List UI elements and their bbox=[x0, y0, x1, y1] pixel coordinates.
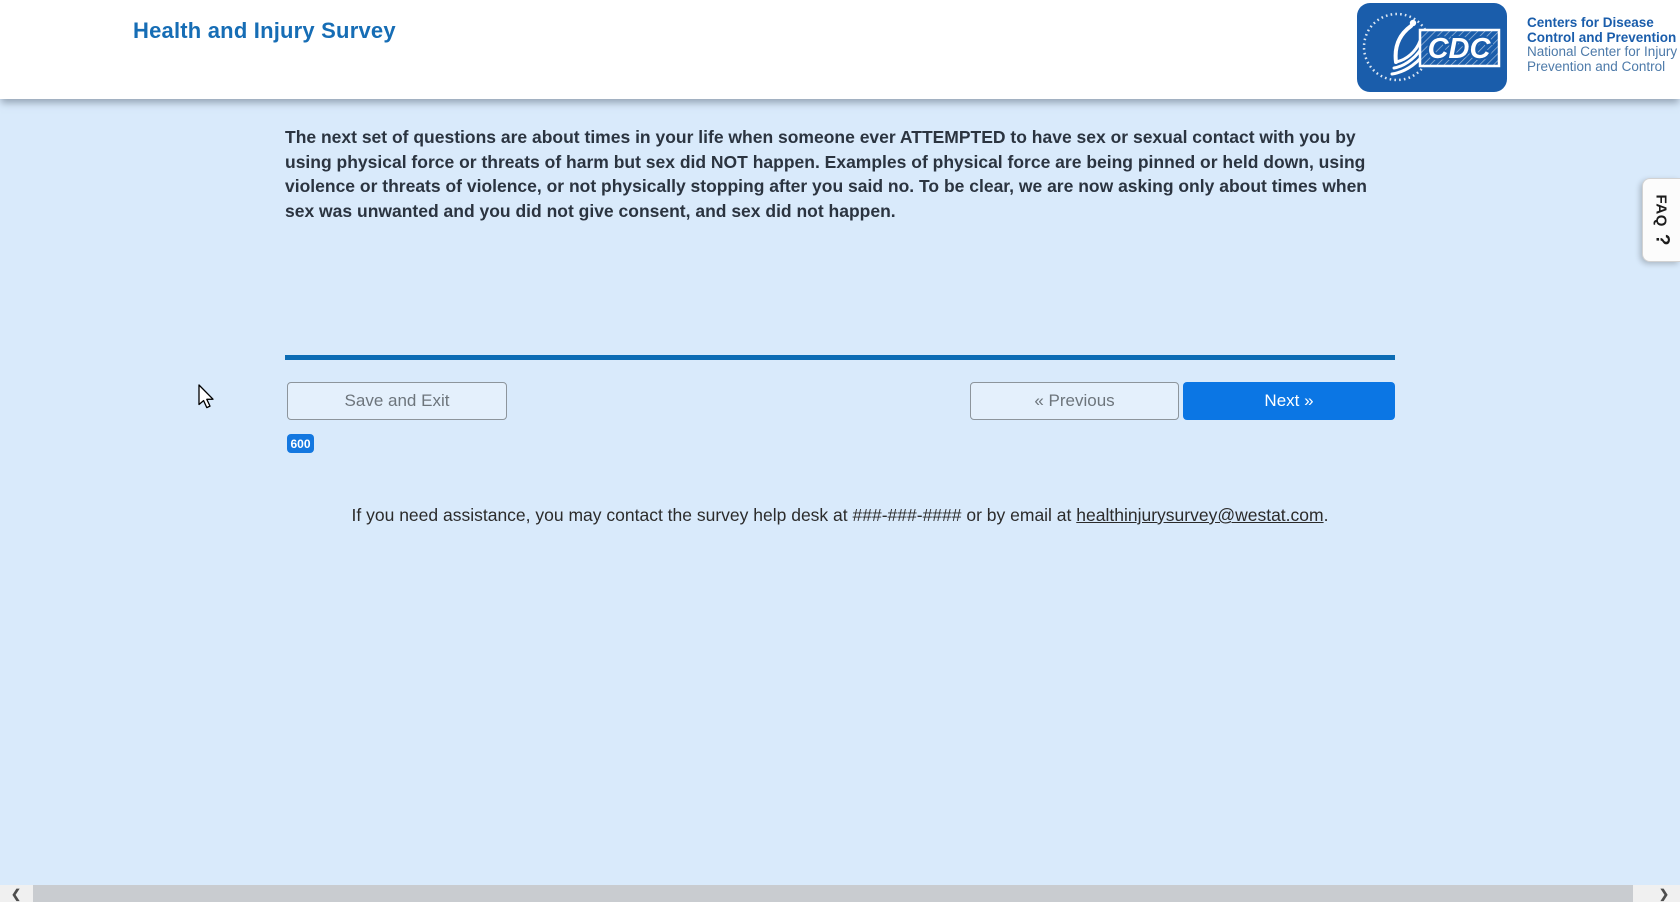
cdc-acronym-box: CDC bbox=[1420, 30, 1499, 66]
header: Health and Injury Survey CDC Centers f bbox=[0, 0, 1680, 99]
question-number-badge: 600 bbox=[287, 434, 314, 453]
cdc-center-line1: National Center for Injury bbox=[1527, 45, 1677, 60]
help-text-before-phone: If you need assistance, you may contact … bbox=[352, 505, 853, 525]
help-text-between: or by email at bbox=[962, 505, 1077, 525]
cdc-center-line2: Prevention and Control bbox=[1527, 60, 1677, 75]
help-email-link[interactable]: healthinjurysurvey@westat.com bbox=[1076, 505, 1323, 525]
cdc-logo-icon: CDC bbox=[1357, 3, 1507, 92]
mouse-cursor-icon bbox=[196, 384, 218, 410]
scrollbar-thumb[interactable] bbox=[33, 885, 1633, 902]
faq-tab[interactable]: FAQ ? bbox=[1642, 178, 1680, 262]
help-phone: ###-###-#### bbox=[853, 505, 962, 525]
faq-tab-label: FAQ bbox=[1653, 195, 1670, 227]
survey-intro-text: The next set of questions are about time… bbox=[285, 125, 1395, 223]
save-and-exit-button[interactable]: Save and Exit bbox=[287, 382, 507, 420]
survey-content: The next set of questions are about time… bbox=[285, 99, 1395, 885]
next-button[interactable]: Next » bbox=[1183, 382, 1395, 420]
cdc-acronym-text: CDC bbox=[1428, 33, 1492, 65]
previous-button[interactable]: « Previous bbox=[970, 382, 1179, 420]
scroll-left-arrow-icon[interactable]: ❮ bbox=[4, 885, 28, 902]
help-text-after: . bbox=[1324, 505, 1329, 525]
help-desk-text: If you need assistance, you may contact … bbox=[285, 505, 1395, 526]
horizontal-scrollbar[interactable]: ❮ ❯ bbox=[0, 885, 1680, 902]
cdc-org-text: Centers for Disease Control and Preventi… bbox=[1527, 16, 1677, 74]
scroll-right-arrow-icon[interactable]: ❯ bbox=[1652, 885, 1676, 902]
question-mark-icon: ? bbox=[1651, 234, 1673, 246]
page-title: Health and Injury Survey bbox=[133, 18, 396, 44]
cdc-org-line1: Centers for Disease bbox=[1527, 16, 1677, 31]
section-divider bbox=[285, 355, 1395, 360]
cdc-org-line2: Control and Prevention bbox=[1527, 31, 1677, 46]
faq-tab-rotated-text: FAQ ? bbox=[1651, 195, 1673, 246]
